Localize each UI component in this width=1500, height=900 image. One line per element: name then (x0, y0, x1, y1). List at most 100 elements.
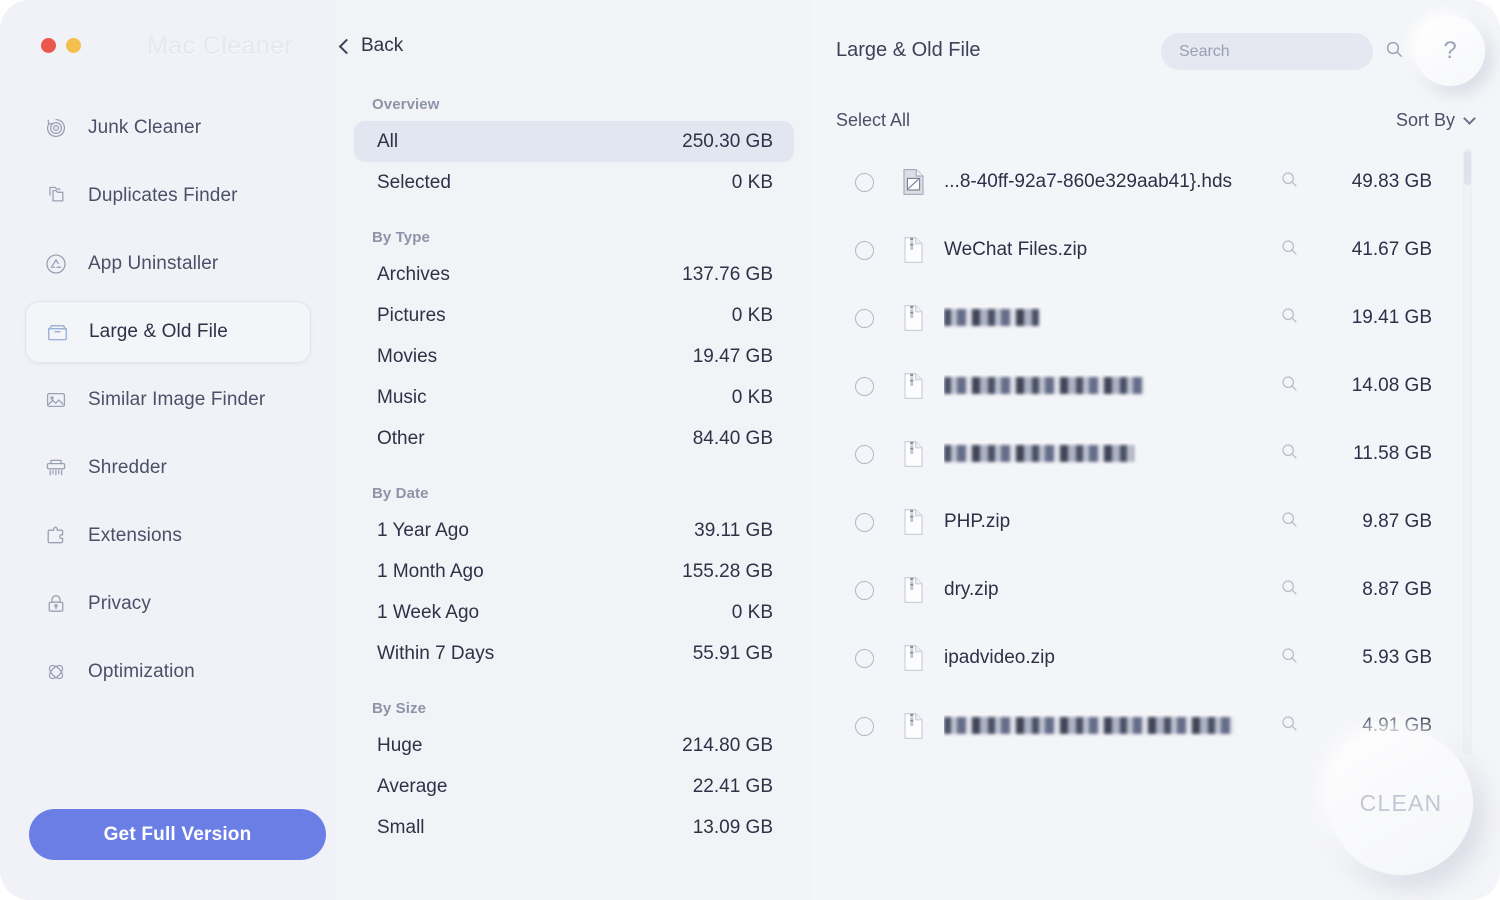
atom-icon (43, 659, 69, 685)
overview-row[interactable]: Other 84.40 GB (354, 418, 794, 459)
target-refresh-icon (43, 115, 69, 141)
minimize-button[interactable] (66, 38, 81, 53)
file-name: WeChat Files.zip (944, 239, 1088, 260)
redacted-filename (944, 717, 1234, 735)
overview-row[interactable]: Archives 137.76 GB (354, 254, 794, 295)
magnifier-row-icon[interactable] (1281, 511, 1298, 533)
overview-row-value: 214.80 GB (682, 734, 773, 756)
magnifier-row-icon[interactable] (1281, 443, 1298, 465)
overview-row-value: 39.11 GB (694, 519, 773, 541)
overview-row[interactable]: Music 0 KB (354, 377, 794, 418)
zip-file-icon (900, 439, 926, 469)
magnifier-row-icon[interactable] (1281, 307, 1298, 329)
zip-file-icon (900, 575, 926, 605)
clean-button[interactable]: CLEAN (1329, 731, 1473, 875)
overview-row[interactable]: 1 Month Ago 155.28 GB (354, 551, 794, 592)
file-name (944, 443, 1281, 465)
get-full-version-button[interactable]: Get Full Version (29, 809, 326, 860)
sidebar-item-privacy[interactable]: Privacy (25, 580, 311, 628)
file-checkbox[interactable] (855, 512, 874, 532)
hds-document-icon (900, 167, 926, 197)
file-size: 41.67 GB (1351, 239, 1432, 260)
sidebar-item-large-old-file[interactable]: Large & Old File (25, 301, 311, 363)
back-button[interactable]: Back (338, 35, 404, 57)
search-icon (1386, 41, 1403, 63)
overview-row-label: Pictures (377, 304, 446, 326)
zip-file-icon (900, 643, 926, 673)
magnifier-row-icon[interactable] (1281, 647, 1298, 669)
file-checkbox[interactable] (855, 648, 874, 668)
magnifier-row-icon[interactable] (1281, 579, 1298, 601)
photo-icon (43, 387, 69, 413)
search-box[interactable] (1161, 33, 1403, 70)
overview-panel: Overview All 250.30 GB Selected 0 KB By Type A… (336, 0, 810, 900)
file-row[interactable]: 19.41 GB (836, 284, 1474, 352)
file-checkbox[interactable] (855, 308, 874, 328)
overview-row-label: 1 Week Ago (377, 601, 480, 623)
file-row[interactable]: WeChat Files.zip 41.67 GB (836, 216, 1474, 284)
sidebar-item-label: Privacy (88, 593, 151, 614)
file-row[interactable]: PHP.zip 9.87 GB (836, 488, 1474, 556)
overview-row[interactable]: Average 22.41 GB (354, 766, 794, 807)
scrollbar-thumb[interactable] (1464, 151, 1471, 185)
sidebar-item-extensions[interactable]: Extensions (25, 512, 311, 560)
back-button-label: Back (361, 35, 404, 56)
file-row[interactable]: ...8-40ff-92a7-860e329aab41}.hds 49.83 G… (836, 148, 1474, 216)
file-checkbox[interactable] (855, 240, 874, 260)
sidebar-item-label: Extensions (88, 525, 182, 546)
magnifier-row-icon[interactable] (1281, 239, 1298, 261)
help-button[interactable]: ? (1415, 16, 1485, 86)
file-checkbox[interactable] (855, 444, 874, 464)
overview-row[interactable]: Small 13.09 GB (354, 807, 794, 848)
overview-group-title: By Date (372, 485, 429, 502)
redacted-filename (944, 445, 1134, 463)
app-window: Mac Cleaner Back Junk Cleaner Duplicates… (0, 0, 1500, 900)
search-input[interactable] (1179, 42, 1386, 61)
sidebar-item-duplicates-finder[interactable]: Duplicates Finder (25, 172, 311, 220)
overview-row[interactable]: Movies 19.47 GB (354, 336, 794, 377)
overview-row[interactable]: All 250.30 GB (354, 121, 794, 162)
file-checkbox[interactable] (855, 716, 874, 736)
file-row[interactable]: 14.08 GB (836, 352, 1474, 420)
overview-row-label: 1 Year Ago (377, 519, 469, 541)
sidebar-item-shredder[interactable]: Shredder (25, 444, 311, 492)
magnifier-row-icon[interactable] (1281, 375, 1298, 397)
overview-row-value: 19.47 GB (692, 345, 773, 367)
overview-group-title: Overview (372, 96, 440, 113)
file-name (944, 715, 1281, 737)
select-all-button[interactable]: Select All (836, 110, 910, 131)
close-button[interactable] (41, 38, 56, 53)
app-store-icon (43, 251, 69, 277)
file-checkbox[interactable] (855, 172, 874, 192)
overview-row[interactable]: 1 Week Ago 0 KB (354, 592, 794, 633)
overview-row[interactable]: Within 7 Days 55.91 GB (354, 633, 794, 674)
file-checkbox[interactable] (855, 376, 874, 396)
sidebar-item-label: Duplicates Finder (88, 185, 238, 206)
overview-row[interactable]: 1 Year Ago 39.11 GB (354, 510, 794, 551)
file-row[interactable]: dry.zip 8.87 GB (836, 556, 1474, 624)
overview-row[interactable]: Pictures 0 KB (354, 295, 794, 336)
sidebar-item-optimization[interactable]: Optimization (25, 648, 311, 696)
overview-row-label: Archives (377, 263, 450, 285)
magnifier-row-icon[interactable] (1281, 715, 1298, 737)
sidebar-item-similar-image-finder[interactable]: Similar Image Finder (25, 376, 311, 424)
sidebar-item-junk-cleaner[interactable]: Junk Cleaner (25, 104, 311, 152)
overview-row[interactable]: Huge 214.80 GB (354, 725, 794, 766)
sort-by-dropdown[interactable]: Sort By (1396, 110, 1476, 131)
overview-group-title: By Size (372, 700, 427, 717)
file-row[interactable]: ipadvideo.zip 5.93 GB (836, 624, 1474, 692)
overview-row[interactable]: Selected 0 KB (354, 162, 794, 203)
sidebar-item-app-uninstaller[interactable]: App Uninstaller (25, 240, 311, 288)
file-row[interactable]: 11.58 GB (836, 420, 1474, 488)
chevron-left-icon (338, 38, 355, 55)
file-list-scrollbar[interactable] (1463, 148, 1472, 754)
magnifier-row-icon[interactable] (1281, 171, 1298, 193)
overview-row-value: 55.91 GB (692, 642, 773, 664)
overview-row-value: 250.30 GB (682, 130, 773, 152)
overview-row-label: All (377, 130, 399, 152)
file-size: 11.58 GB (1353, 443, 1432, 464)
file-size: 9.87 GB (1362, 511, 1432, 532)
app-title-watermark: Mac Cleaner (147, 32, 294, 60)
chevron-down-icon (1463, 112, 1476, 125)
file-checkbox[interactable] (855, 580, 874, 600)
